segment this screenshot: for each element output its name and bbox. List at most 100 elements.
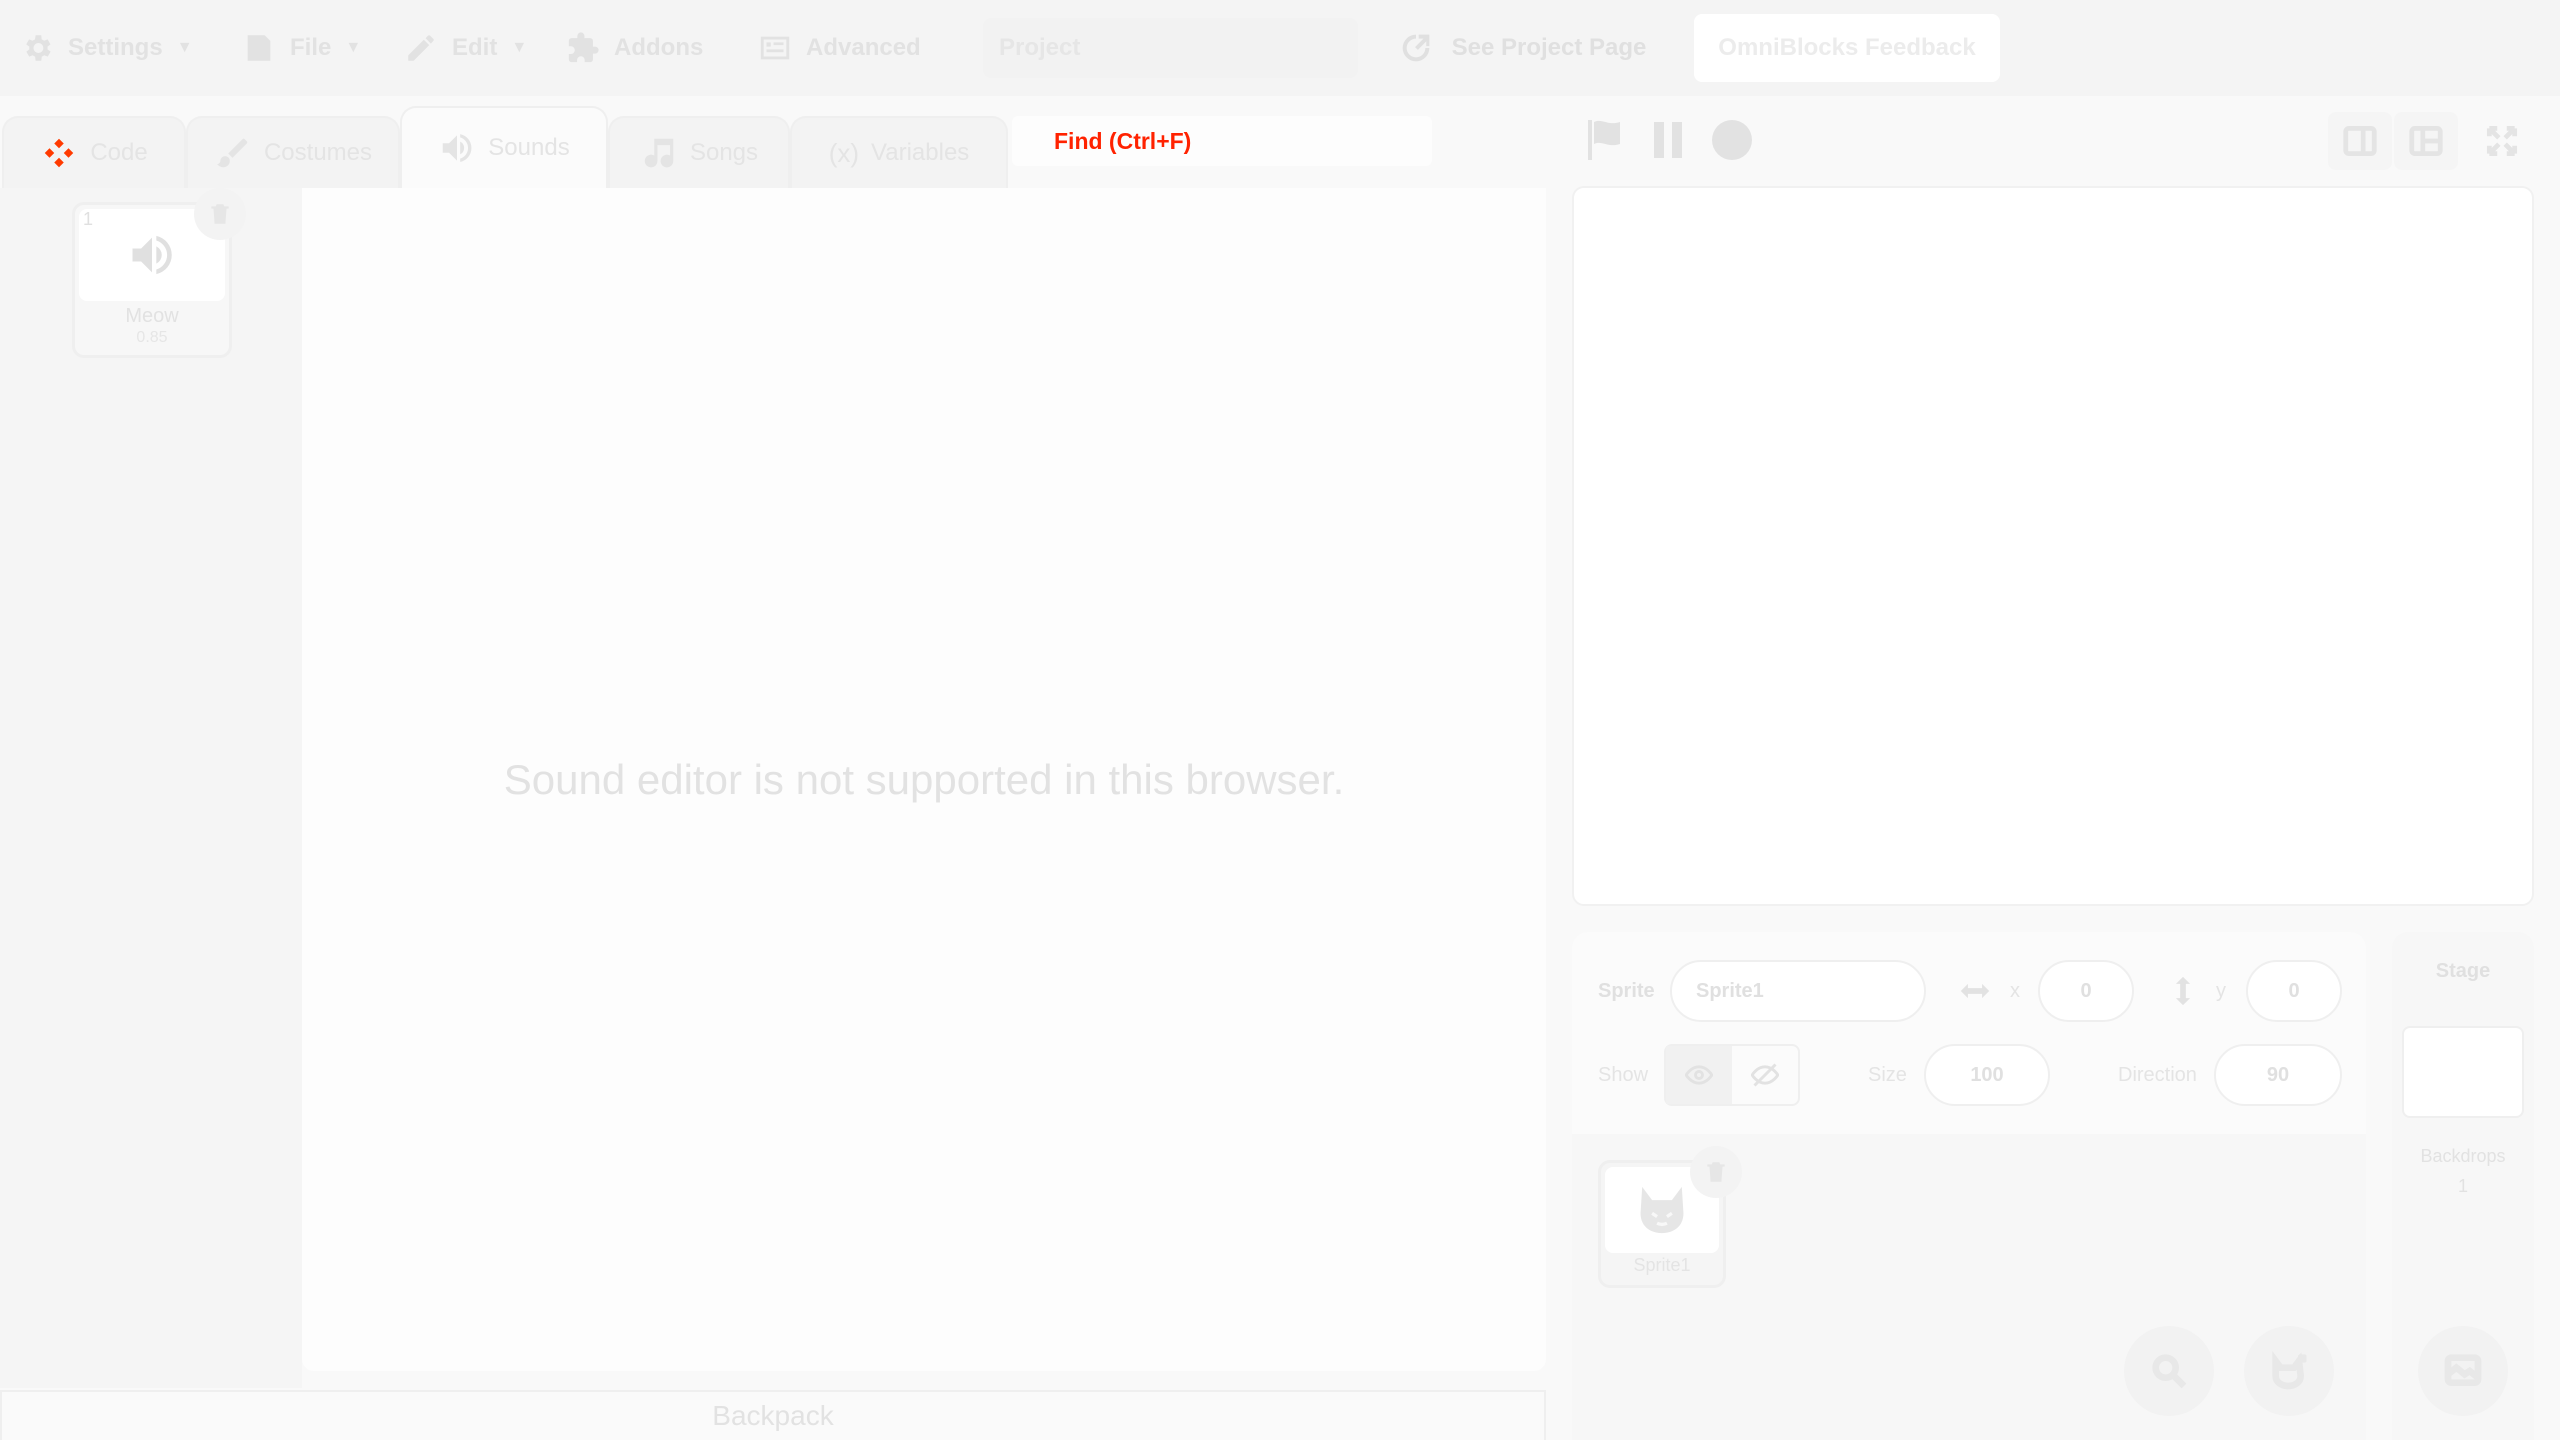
addons-label: Addons bbox=[614, 34, 704, 61]
see-project-page-label: See Project Page bbox=[1451, 34, 1647, 61]
fullscreen-button[interactable] bbox=[2470, 112, 2534, 170]
feedback-button[interactable]: OmniBlocks Feedback bbox=[1694, 14, 2000, 82]
y-label: y bbox=[2216, 980, 2226, 1002]
chevron-down-icon: ▼ bbox=[176, 39, 193, 56]
chevron-down-icon: ▼ bbox=[345, 39, 362, 56]
small-stage-icon bbox=[2343, 125, 2377, 157]
stop-button[interactable] bbox=[1708, 116, 1756, 164]
add-sprite-button[interactable] bbox=[2244, 1326, 2334, 1416]
flag-icon bbox=[1588, 120, 1620, 160]
sprite-name: Sprite1 bbox=[1633, 1255, 1691, 1275]
file-icon bbox=[247, 35, 271, 61]
delete-sprite-button[interactable] bbox=[1690, 1146, 1742, 1198]
tab-variables-label: Variables bbox=[871, 139, 970, 166]
puzzle-icon bbox=[568, 32, 599, 63]
settings-menu[interactable]: Settings ▼ bbox=[20, 0, 193, 96]
size-input[interactable]: 100 bbox=[1924, 1044, 2050, 1106]
y-value: 0 bbox=[2288, 979, 2300, 1002]
sprite-name-value: Sprite1 bbox=[1696, 979, 1764, 1002]
settings-label: Settings bbox=[68, 34, 163, 61]
backpack-header[interactable]: Backpack bbox=[0, 1390, 1546, 1440]
see-project-page-button[interactable]: See Project Page bbox=[1373, 14, 1673, 82]
eye-off-icon bbox=[1751, 1063, 1779, 1087]
link-icon bbox=[1402, 34, 1429, 62]
speaker-icon bbox=[443, 134, 472, 162]
add-backdrop-button[interactable] bbox=[2418, 1326, 2508, 1416]
sound-name: Meow bbox=[125, 305, 179, 327]
stop-icon bbox=[1712, 120, 1752, 160]
backdrop-icon bbox=[2444, 1354, 2482, 1386]
search-sprite-button[interactable] bbox=[2124, 1326, 2214, 1416]
stage-thumbnail bbox=[2402, 1026, 2524, 1118]
show-label: Show bbox=[1598, 1064, 1649, 1086]
delete-sound-button[interactable] bbox=[194, 188, 246, 240]
pencil-icon bbox=[408, 35, 434, 61]
backpack-label: Backpack bbox=[712, 1400, 834, 1431]
size-value: 100 bbox=[1970, 1063, 2004, 1086]
project-title-text: Project bbox=[999, 34, 1081, 61]
trash-icon bbox=[211, 204, 229, 224]
sprite-label: Sprite bbox=[1598, 980, 1655, 1002]
speaker-icon bbox=[132, 235, 172, 275]
edit-menu[interactable]: Edit ▼ bbox=[404, 0, 527, 96]
tab-songs-label: Songs bbox=[689, 139, 759, 166]
tab-code-label: Code bbox=[90, 139, 148, 166]
tab-costumes-label: Costumes bbox=[263, 139, 373, 166]
horizontal-arrows-icon bbox=[1958, 974, 1992, 1013]
tab-code[interactable]: Code bbox=[2, 116, 186, 188]
tab-variables[interactable]: (x) Variables bbox=[790, 116, 1008, 188]
y-input[interactable]: 0 bbox=[2246, 960, 2342, 1022]
tab-costumes[interactable]: Costumes bbox=[186, 116, 400, 188]
sound-duration: 0.85 bbox=[136, 329, 168, 346]
x-input[interactable]: 0 bbox=[2038, 960, 2134, 1022]
edit-label: Edit bbox=[452, 34, 498, 61]
cat-sprite-icon bbox=[1640, 1186, 1684, 1234]
small-stage-button[interactable] bbox=[2328, 112, 2392, 170]
pause-icon bbox=[1654, 122, 1682, 158]
tab-sounds[interactable]: Sounds bbox=[400, 106, 608, 188]
green-flag-button[interactable] bbox=[1580, 116, 1628, 164]
file-label: File bbox=[290, 34, 332, 61]
advanced-label: Advanced bbox=[806, 34, 921, 61]
menu-bar: Settings ▼ File ▼ Edit ▼ Addons Advanced… bbox=[0, 0, 2560, 96]
advanced-menu[interactable]: Advanced bbox=[758, 0, 921, 96]
large-stage-icon bbox=[2409, 125, 2443, 157]
tab-songs[interactable]: Songs bbox=[608, 116, 790, 188]
variable-x-icon: (x) bbox=[828, 137, 860, 168]
music-note-icon bbox=[644, 138, 674, 168]
sound-list bbox=[0, 188, 302, 1388]
eye-icon bbox=[1685, 1065, 1713, 1085]
tab-sounds-label: Sounds bbox=[488, 134, 570, 161]
paintbrush-icon bbox=[217, 138, 248, 168]
sprite-name-input[interactable]: Sprite1 bbox=[1670, 960, 1926, 1022]
file-menu[interactable]: File ▼ bbox=[242, 0, 361, 96]
direction-input[interactable]: 90 bbox=[2214, 1044, 2342, 1106]
vertical-arrows-icon bbox=[2166, 974, 2200, 1013]
backdrops-count: 1 bbox=[2457, 1176, 2468, 1196]
feedback-label: OmniBlocks Feedback bbox=[1718, 34, 1976, 61]
code-blocks-icon bbox=[45, 138, 74, 168]
direction-value: 90 bbox=[2266, 1063, 2290, 1086]
unsupported-message: Sound editor is not supported in this br… bbox=[503, 755, 1345, 803]
hide-sprite-button[interactable] bbox=[1732, 1046, 1798, 1104]
find-input[interactable]: Find (Ctrl+F) bbox=[1012, 116, 1432, 166]
fullscreen-icon bbox=[2486, 125, 2518, 157]
sound-index: 1 bbox=[83, 209, 94, 229]
addons-menu[interactable]: Addons bbox=[566, 0, 703, 96]
x-label: x bbox=[2010, 980, 2020, 1002]
cat-plus-icon bbox=[2272, 1351, 2307, 1390]
stage-canvas[interactable] bbox=[1572, 186, 2534, 906]
advanced-icon bbox=[760, 36, 790, 60]
backdrops-label: Backdrops bbox=[2420, 1146, 2506, 1166]
visibility-toggle bbox=[1664, 1044, 1800, 1106]
show-sprite-button[interactable] bbox=[1666, 1046, 1732, 1104]
trash-icon bbox=[1707, 1162, 1725, 1182]
large-stage-button[interactable] bbox=[2394, 112, 2458, 170]
chevron-down-icon: ▼ bbox=[511, 39, 528, 56]
gear-icon bbox=[26, 35, 51, 61]
search-icon bbox=[2152, 1354, 2187, 1389]
direction-label: Direction bbox=[2118, 1064, 2197, 1086]
x-value: 0 bbox=[2080, 979, 2092, 1002]
project-title-input[interactable]: Project bbox=[983, 18, 1358, 78]
pause-button[interactable] bbox=[1644, 116, 1692, 164]
